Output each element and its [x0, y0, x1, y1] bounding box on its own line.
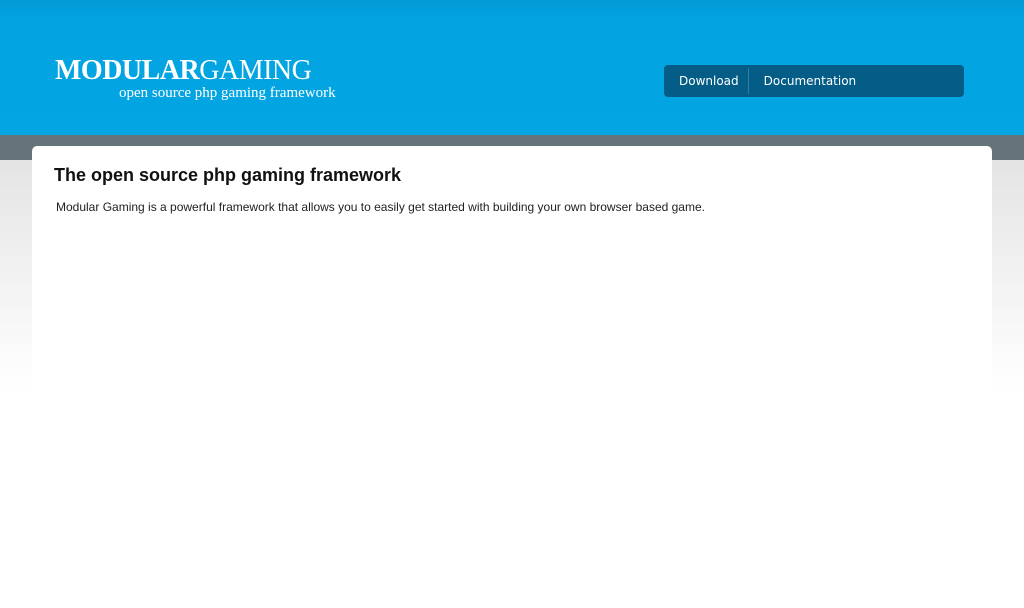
- nav-download-link[interactable]: Download: [664, 65, 748, 97]
- logo-title: MODULARGAMING: [55, 56, 336, 86]
- intro-text: Modular Gaming is a powerful framework t…: [56, 200, 705, 214]
- site-logo[interactable]: MODULARGAMING open source php gaming fra…: [55, 56, 336, 102]
- main-nav: Download Documentation: [664, 65, 964, 97]
- page-title: The open source php gaming framework: [54, 165, 402, 185]
- logo-tagline: open source php gaming framework: [119, 85, 336, 101]
- site-header: MODULARGAMING open source php gaming fra…: [0, 0, 1024, 135]
- logo-title-bold: MODULAR: [55, 55, 200, 86]
- logo-title-light: GAMING: [199, 55, 312, 86]
- nav-documentation-link[interactable]: Documentation: [749, 65, 866, 97]
- main-content: The open source php gaming framework Mod…: [32, 146, 992, 386]
